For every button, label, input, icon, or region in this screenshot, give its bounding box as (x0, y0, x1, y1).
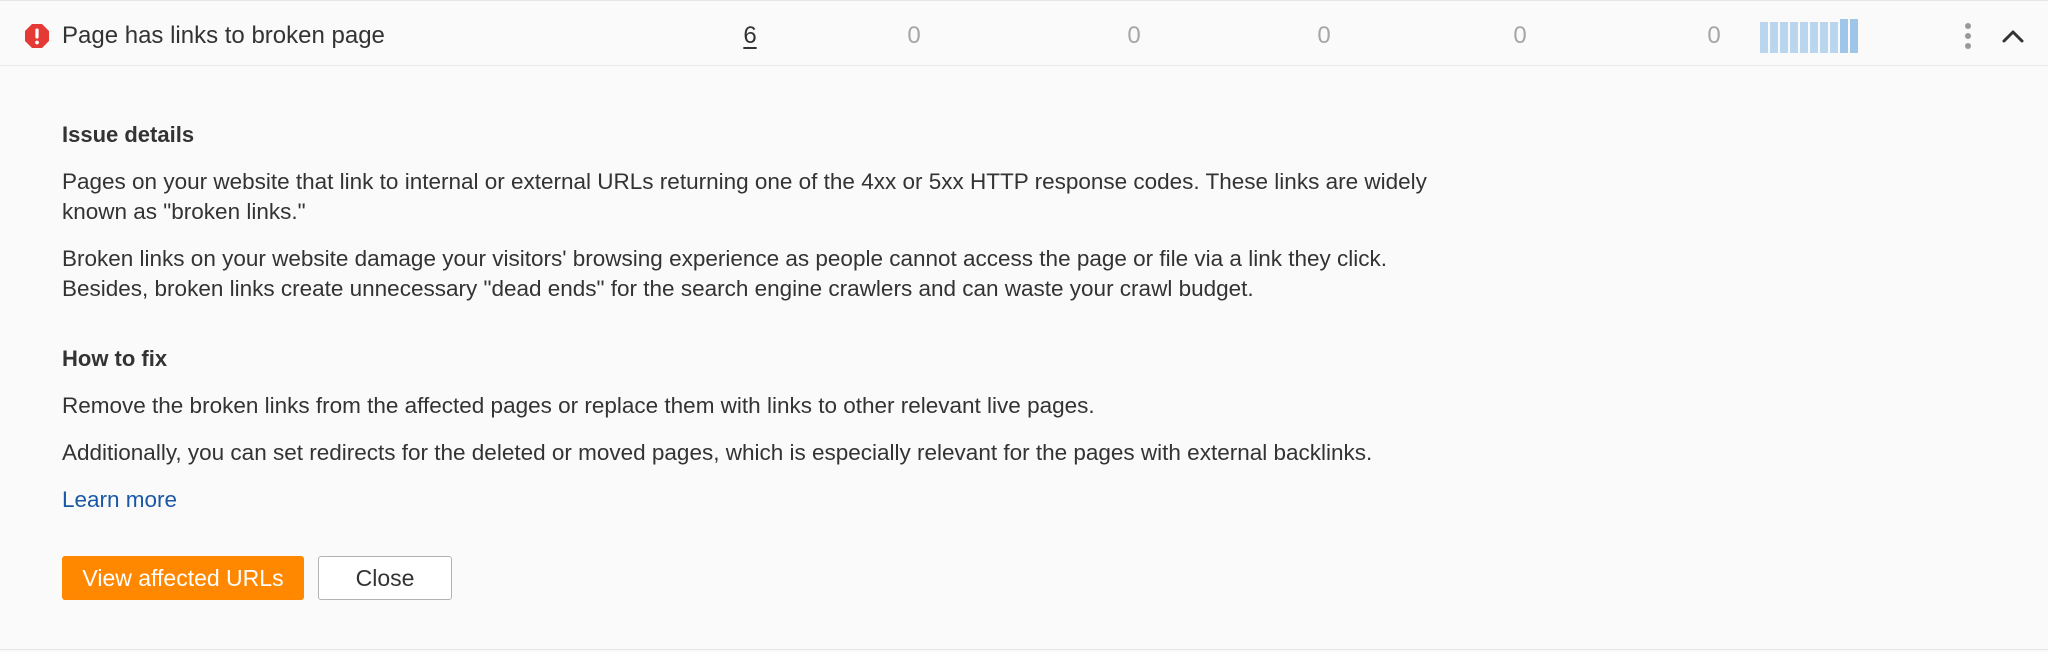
sparkline-bar (1770, 22, 1778, 53)
issue-description-line: Besides, broken links create unnecessary… (62, 276, 1254, 301)
close-button[interactable]: Close (318, 556, 452, 600)
sparkline-bar (1800, 22, 1808, 53)
issue-value-cell: 0 (907, 22, 921, 49)
issue-row[interactable]: Page has links to broken page 6 0 0 0 0 … (0, 4, 2048, 66)
chevron-up-icon[interactable] (1998, 22, 2028, 50)
issue-description-line: Pages on your website that link to inter… (62, 169, 1427, 194)
error-exclamation-icon (25, 24, 49, 48)
kebab-menu-icon[interactable] (1958, 21, 1978, 51)
sparkline-bar (1790, 22, 1798, 53)
issue-details-heading: Issue details (62, 122, 195, 147)
issue-value-cell: 0 (1707, 22, 1721, 49)
sparkline-bar (1760, 22, 1768, 53)
sparkline-bar (1850, 19, 1858, 53)
sparkline-bar (1780, 22, 1788, 53)
view-affected-urls-button[interactable]: View affected URLs (62, 556, 304, 600)
issue-value-cell: 0 (1317, 22, 1331, 49)
issue-title: Page has links to broken page (62, 22, 385, 49)
issue-value-cell: 0 (1513, 22, 1527, 49)
sparkline-bar (1830, 22, 1838, 53)
sparkline-bar (1840, 19, 1848, 53)
fix-description: Remove the broken links from the affecte… (62, 393, 1095, 418)
learn-more-link[interactable]: Learn more (62, 487, 177, 513)
issue-count-link[interactable]: 6 (720, 22, 780, 50)
issue-value-cell: 0 (1127, 22, 1141, 49)
fix-description: Additionally, you can set redirects for … (62, 440, 1373, 465)
issue-description-line: known as "broken links." (62, 199, 306, 224)
sparkline-bar (1810, 22, 1818, 53)
issue-panel: Page has links to broken page 6 0 0 0 0 … (0, 0, 2048, 652)
issue-description-line: Broken links on your website damage your… (62, 246, 1387, 271)
divider (0, 649, 2048, 650)
trend-sparkline (1760, 19, 1860, 53)
sparkline-bar (1820, 22, 1828, 53)
how-to-fix-heading: How to fix (62, 346, 168, 371)
